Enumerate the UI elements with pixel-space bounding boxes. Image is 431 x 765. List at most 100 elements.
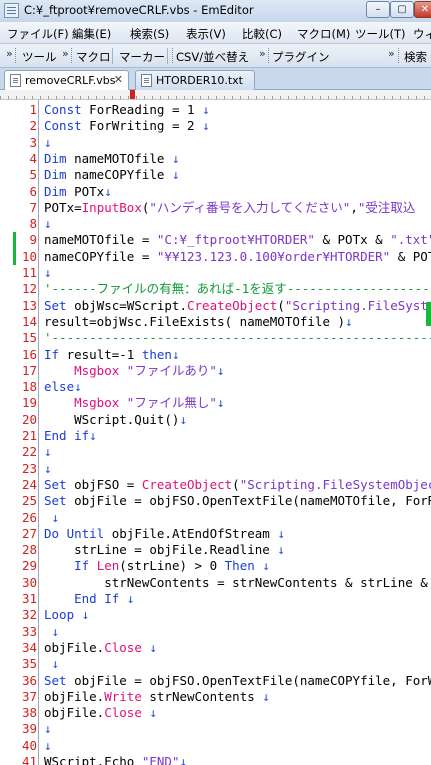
toolbar-plugins[interactable]: プラグイン [272, 49, 330, 65]
code-line[interactable]: 35 ↓ [0, 656, 431, 672]
menu-file[interactable]: ファイル(F) [7, 26, 69, 42]
code-token: objFile. [44, 688, 105, 704]
code-line[interactable]: 11 ↓ [0, 265, 431, 281]
toolbar-search[interactable]: 検索 [404, 49, 427, 65]
tab-close-icon[interactable]: ✕ [114, 73, 123, 86]
code-line[interactable]: 28 strLine = objFile.Readline ↓ [0, 542, 431, 558]
code-line[interactable]: 3 ↓ [0, 135, 431, 151]
code-text[interactable]: 1 Const ForReading = 1 ↓ 2 Const ForWriting… [0, 100, 431, 765]
line-text: If result=-1 then↓ [44, 347, 180, 363]
code-line[interactable]: 2 Const ForWriting = 2 ↓ [0, 118, 431, 134]
code-line[interactable]: 9 nameMOTOfile = "C:¥_ftproot¥HTORDER" & … [0, 232, 431, 249]
code-line[interactable]: 27 Do Until objFile.AtEndOfStream ↓ [0, 526, 431, 542]
menu-tools[interactable]: ツール(T) [355, 26, 406, 42]
menu-search[interactable]: 検索(S) [130, 26, 169, 42]
code-token: ↓ [104, 183, 112, 199]
code-line[interactable]: 21 End if↓ [0, 428, 431, 444]
code-token: Loop [44, 607, 75, 623]
code-line[interactable]: 6 Dim POTx↓ [0, 184, 431, 200]
toolbar-overflow-button[interactable]: » [62, 47, 69, 60]
code-line[interactable]: 31 End If ↓ [0, 591, 431, 607]
code-line[interactable]: 16 If result=-1 then↓ [0, 347, 431, 363]
code-line[interactable]: 18 else↓ [0, 379, 431, 395]
toolbar-grip[interactable] [15, 48, 19, 63]
code-token: ↓ [51, 656, 60, 672]
menu-view[interactable]: 表示(V) [186, 26, 226, 42]
code-line[interactable]: 24 Set objFSO = CreateObject("Scripting.F… [0, 477, 431, 493]
line-text: ↓ [44, 721, 52, 737]
code-line[interactable]: 34 objFile.Close ↓ [0, 640, 431, 656]
editor-area[interactable]: 1 Const ForReading = 1 ↓ 2 Const ForWriting… [0, 90, 431, 765]
code-token: objFSO = [66, 476, 142, 492]
code-line[interactable]: 25 Set objFile = objFSO.OpenTextFile(name… [0, 493, 431, 509]
code-line[interactable]: 17 Msgbox "ファイルあり"↓ [0, 363, 431, 379]
code-line[interactable]: 36 Set objFile = objFSO.OpenTextFile(name… [0, 673, 431, 689]
code-line[interactable]: 37 objFile.Write strNewContents ↓ [0, 689, 431, 705]
code-line[interactable]: 26 ↓ [0, 510, 431, 526]
close-button[interactable]: ✕ [414, 1, 431, 18]
code-line[interactable]: 1 Const ForReading = 1 ↓ [0, 102, 431, 118]
menu-window[interactable]: ウィ [413, 26, 431, 42]
code-token: WScript.Echo [44, 754, 142, 765]
code-line[interactable]: 41 WScript.Echo "END"↓ [0, 754, 431, 765]
toolbar-tools[interactable]: ツール [22, 49, 57, 65]
code-token: "ファイル無し" [126, 395, 217, 411]
maximize-button[interactable]: ▢ [390, 1, 414, 18]
menu-macro[interactable]: マクロ(M) [297, 26, 350, 42]
toolbar-grip[interactable] [398, 48, 402, 63]
toolbar-macro[interactable]: マクロ [76, 49, 111, 65]
code-line[interactable]: 15 '-------------------------------------… [0, 330, 431, 346]
line-number: 5 [29, 167, 37, 183]
code-token: ForReading = 1 [81, 102, 203, 117]
code-line[interactable]: 29 If Len(strLine) > 0 Then ↓ [0, 558, 431, 574]
code-token: CreateObject [141, 476, 233, 492]
code-line[interactable]: 23 ↓ [0, 461, 431, 477]
code-line[interactable]: 20 WScript.Quit()↓ [0, 412, 431, 428]
code-line[interactable]: 40 ↓ [0, 738, 431, 754]
line-number: 16 [21, 346, 37, 362]
line-text: Msgbox "ファイル無し"↓ [44, 395, 224, 411]
code-token: ↓ [179, 754, 188, 765]
code-line[interactable]: 5 Dim nameCOPYfile ↓ [0, 167, 431, 183]
code-line[interactable]: 30 strNewContents = strNewContents & str… [0, 575, 431, 591]
line-number: 13 [21, 297, 37, 313]
tab-htorder10[interactable]: HTORDER10.txt [135, 70, 255, 90]
toolbar-overflow-button[interactable]: » [388, 47, 395, 60]
line-number: 30 [21, 574, 37, 590]
code-token: ↓ [44, 721, 52, 737]
code-line[interactable]: 4 Dim nameMOTOfile ↓ [0, 151, 431, 167]
line-text: '------ファイルの有無：あれば-1を返す-----------------… [44, 281, 431, 297]
toolbar-marker[interactable]: マーカー [119, 49, 165, 65]
code-line[interactable]: 7 POTx=InputBox("ハンディ番号を入力してください","受注取込 [0, 200, 431, 216]
code-line[interactable]: 39 ↓ [0, 721, 431, 737]
line-text: WScript.Echo "END"↓ [44, 754, 187, 765]
code-line[interactable]: 12 '------ファイルの有無：あれば-1を返す---------------… [0, 281, 431, 297]
code-line[interactable]: 10 nameCOPYfile = "¥¥123.123.0.100¥order¥… [0, 248, 431, 265]
tab-removecrlf[interactable]: removeCRLF.vbs ✕ [4, 70, 129, 90]
code-line[interactable]: 22 ↓ [0, 444, 431, 460]
code-line[interactable]: 13 Set objWsc=WScript.CreateObject("Scrip… [0, 298, 431, 314]
line-number: 6 [29, 183, 37, 199]
menu-edit[interactable]: 編集(E) [72, 26, 111, 42]
toolbar-grip[interactable] [71, 48, 75, 63]
code-token: Len [96, 558, 120, 574]
code-line[interactable]: 8 ↓ [0, 216, 431, 232]
menu-compare[interactable]: 比較(C) [242, 26, 282, 42]
toolbar-overflow-button[interactable]: » [6, 47, 13, 60]
code-line[interactable]: 32 Loop ↓ [0, 607, 431, 623]
code-line[interactable]: 14 result=objWsc.FileExists( nameMOTOfile… [0, 314, 431, 330]
line-number: 31 [21, 591, 37, 606]
code-line[interactable]: 33 ↓ [0, 624, 431, 640]
line-text: ↓ [44, 656, 60, 672]
code-line[interactable]: 38 objFile.Close ↓ [0, 705, 431, 721]
code-token: If [44, 346, 60, 362]
toolbar-overflow-button[interactable]: » [259, 47, 266, 60]
code-token: "END" [141, 754, 180, 765]
line-number: 32 [21, 607, 37, 623]
minimize-button[interactable]: – [366, 1, 390, 18]
code-token: CreateObject [187, 297, 278, 313]
line-number: 19 [21, 395, 37, 411]
toolbar-csv-sort[interactable]: CSV/並べ替え [176, 49, 249, 65]
code-line[interactable]: 19 Msgbox "ファイル無し"↓ [0, 395, 431, 411]
